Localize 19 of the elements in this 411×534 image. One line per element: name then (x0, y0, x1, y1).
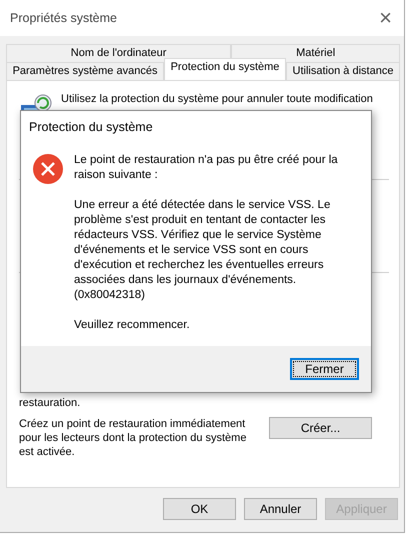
tab[interactable]: Nom de l'ordinateur (6, 44, 232, 62)
window-title: Propriétés système (10, 11, 117, 25)
close-button[interactable]: × (375, 7, 396, 29)
create-description: Créez un point de restauration immédiatement pour les lecteurs dont la protection du système est activée. (19, 417, 248, 459)
tab[interactable]: Utilisation à distance (286, 62, 400, 80)
tab[interactable]: Paramètres système avancés (6, 62, 164, 80)
dialog-title: Protection du système (28, 119, 154, 136)
tab[interactable]: Matériel (231, 44, 400, 62)
error-icon (32, 153, 64, 185)
intro-text: Utilisez la protection du système pour annuler toute modification (61, 93, 373, 105)
create-button[interactable]: Créer... (269, 417, 372, 439)
message-text: Veuillez recommencer. (74, 318, 191, 333)
close-dialog-button[interactable]: Fermer (290, 358, 359, 380)
dialog-button[interactable]: Annuler (244, 498, 317, 520)
description-text: restauration. (19, 397, 82, 409)
message-text: Une erreur a été détectée dans le service VSS. Le problème s'est produit en tentant de contacter les rédacteurs VSS. Vérifiez que le service Système d'événements et le service VSS sont en cours d'exécution et recherchez les éventuelles erreurs associées dans les journaux d'événements. (0x80042318) (74, 198, 332, 303)
tab[interactable]: Protection du système (164, 58, 286, 80)
dialog-button[interactable]: OK (163, 498, 236, 520)
message-text: Le point de restauration n'a pas pu être créé pour la raison suivante : (74, 153, 339, 183)
